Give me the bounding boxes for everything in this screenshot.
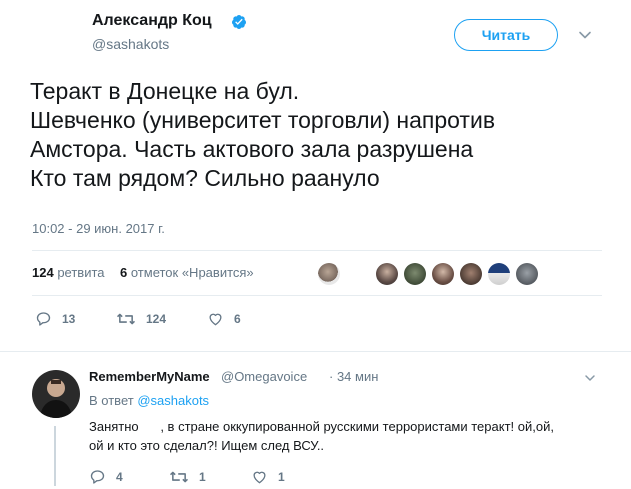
tweet-text-line: Теракт в Донецке на бул.	[30, 78, 300, 104]
retweet-action[interactable]: 124	[116, 310, 166, 328]
tweet-actions: 13 124 6	[35, 310, 335, 330]
reply-actions: 4 1 1	[89, 468, 389, 486]
reply-author-avatar[interactable]	[32, 370, 80, 418]
main-tweet: Александр Коц @sashakots Читать Теракт в…	[0, 0, 631, 352]
reply-count: 13	[62, 312, 76, 326]
like-action[interactable]: 1	[251, 468, 285, 486]
reply-author-name[interactable]: RememberMyName	[89, 369, 210, 384]
liker-avatar[interactable]	[376, 263, 398, 285]
reply-icon	[36, 312, 51, 326]
liker-avatar[interactable]	[432, 263, 454, 285]
in-reply-to-prefix: В ответ	[89, 393, 134, 408]
likes-stat[interactable]: 6 отметок «Нравится»	[120, 265, 254, 280]
reply-text-line: Занятно , в стране оккупированной русски…	[89, 419, 554, 434]
tweet-text-line: Кто там рядом? Сильно раануло	[30, 165, 380, 191]
follow-button[interactable]: Читать	[454, 19, 558, 51]
retweet-icon	[169, 471, 189, 483]
verified-badge-icon	[231, 15, 246, 29]
tweet-text: Теракт в Донецке на бул. Шевченко (униве…	[30, 77, 602, 193]
likes-stat-label: отметок «Нравится»	[130, 265, 254, 280]
tweet-timestamp[interactable]: 10:02 - 29 июн. 2017 г.	[32, 221, 165, 236]
tweet-stats: 124 ретвита 6 отметок «Нравится»	[32, 250, 602, 296]
tweet-text-line: Шевченко (университет торговли) напротив	[30, 107, 496, 133]
heart-icon	[209, 313, 222, 326]
like-count: 6	[234, 312, 241, 326]
likes-stat-count: 6	[120, 265, 128, 280]
like-action[interactable]: 6	[207, 310, 241, 328]
liker-avatar[interactable]	[488, 263, 510, 285]
tweet-text-line: Амстора. Часть актового зала разрушена	[30, 136, 474, 162]
retweet-count: 1	[199, 470, 206, 484]
heart-icon	[253, 471, 266, 484]
reply-author-handle[interactable]: @Omegavoice	[221, 369, 307, 384]
reply-count: 4	[116, 470, 123, 484]
chevron-down-icon[interactable]	[578, 28, 592, 42]
liker-avatar[interactable]	[404, 263, 426, 285]
liker-avatar[interactable]	[318, 263, 340, 285]
reply-action[interactable]: 4	[89, 468, 123, 486]
liker-avatar[interactable]	[460, 263, 482, 285]
reply-action[interactable]: 13	[35, 310, 75, 328]
reply-text: Занятно , в стране оккупированной русски…	[89, 417, 609, 455]
reply-time[interactable]: · 34 мин	[329, 369, 378, 384]
reply-icon	[90, 470, 105, 484]
author-name[interactable]: Александр Коц	[92, 12, 212, 30]
reply-tweet[interactable]: RememberMyName @Omegavoice · 34 мин В от…	[0, 352, 631, 489]
liker-avatar[interactable]	[516, 263, 538, 285]
in-reply-to: В ответ @sashakots	[89, 393, 209, 408]
retweets-stat-count: 124	[32, 265, 54, 280]
author-handle[interactable]: @sashakots	[92, 36, 169, 52]
thread-line	[54, 426, 56, 486]
avatar-image	[32, 370, 80, 418]
retweet-count: 124	[146, 312, 167, 326]
like-count: 1	[278, 470, 285, 484]
retweets-stat-label: ретвита	[57, 265, 105, 280]
retweets-stat[interactable]: 124 ретвита	[32, 265, 105, 280]
author-avatar[interactable]	[33, 12, 77, 56]
in-reply-to-handle[interactable]: @sashakots	[137, 393, 209, 408]
retweet-action[interactable]: 1	[169, 468, 206, 486]
chevron-down-icon[interactable]	[584, 372, 596, 384]
retweet-icon	[116, 313, 136, 325]
reply-text-line: ой и кто это сделал?! Ищем след ВСУ..	[89, 438, 325, 453]
